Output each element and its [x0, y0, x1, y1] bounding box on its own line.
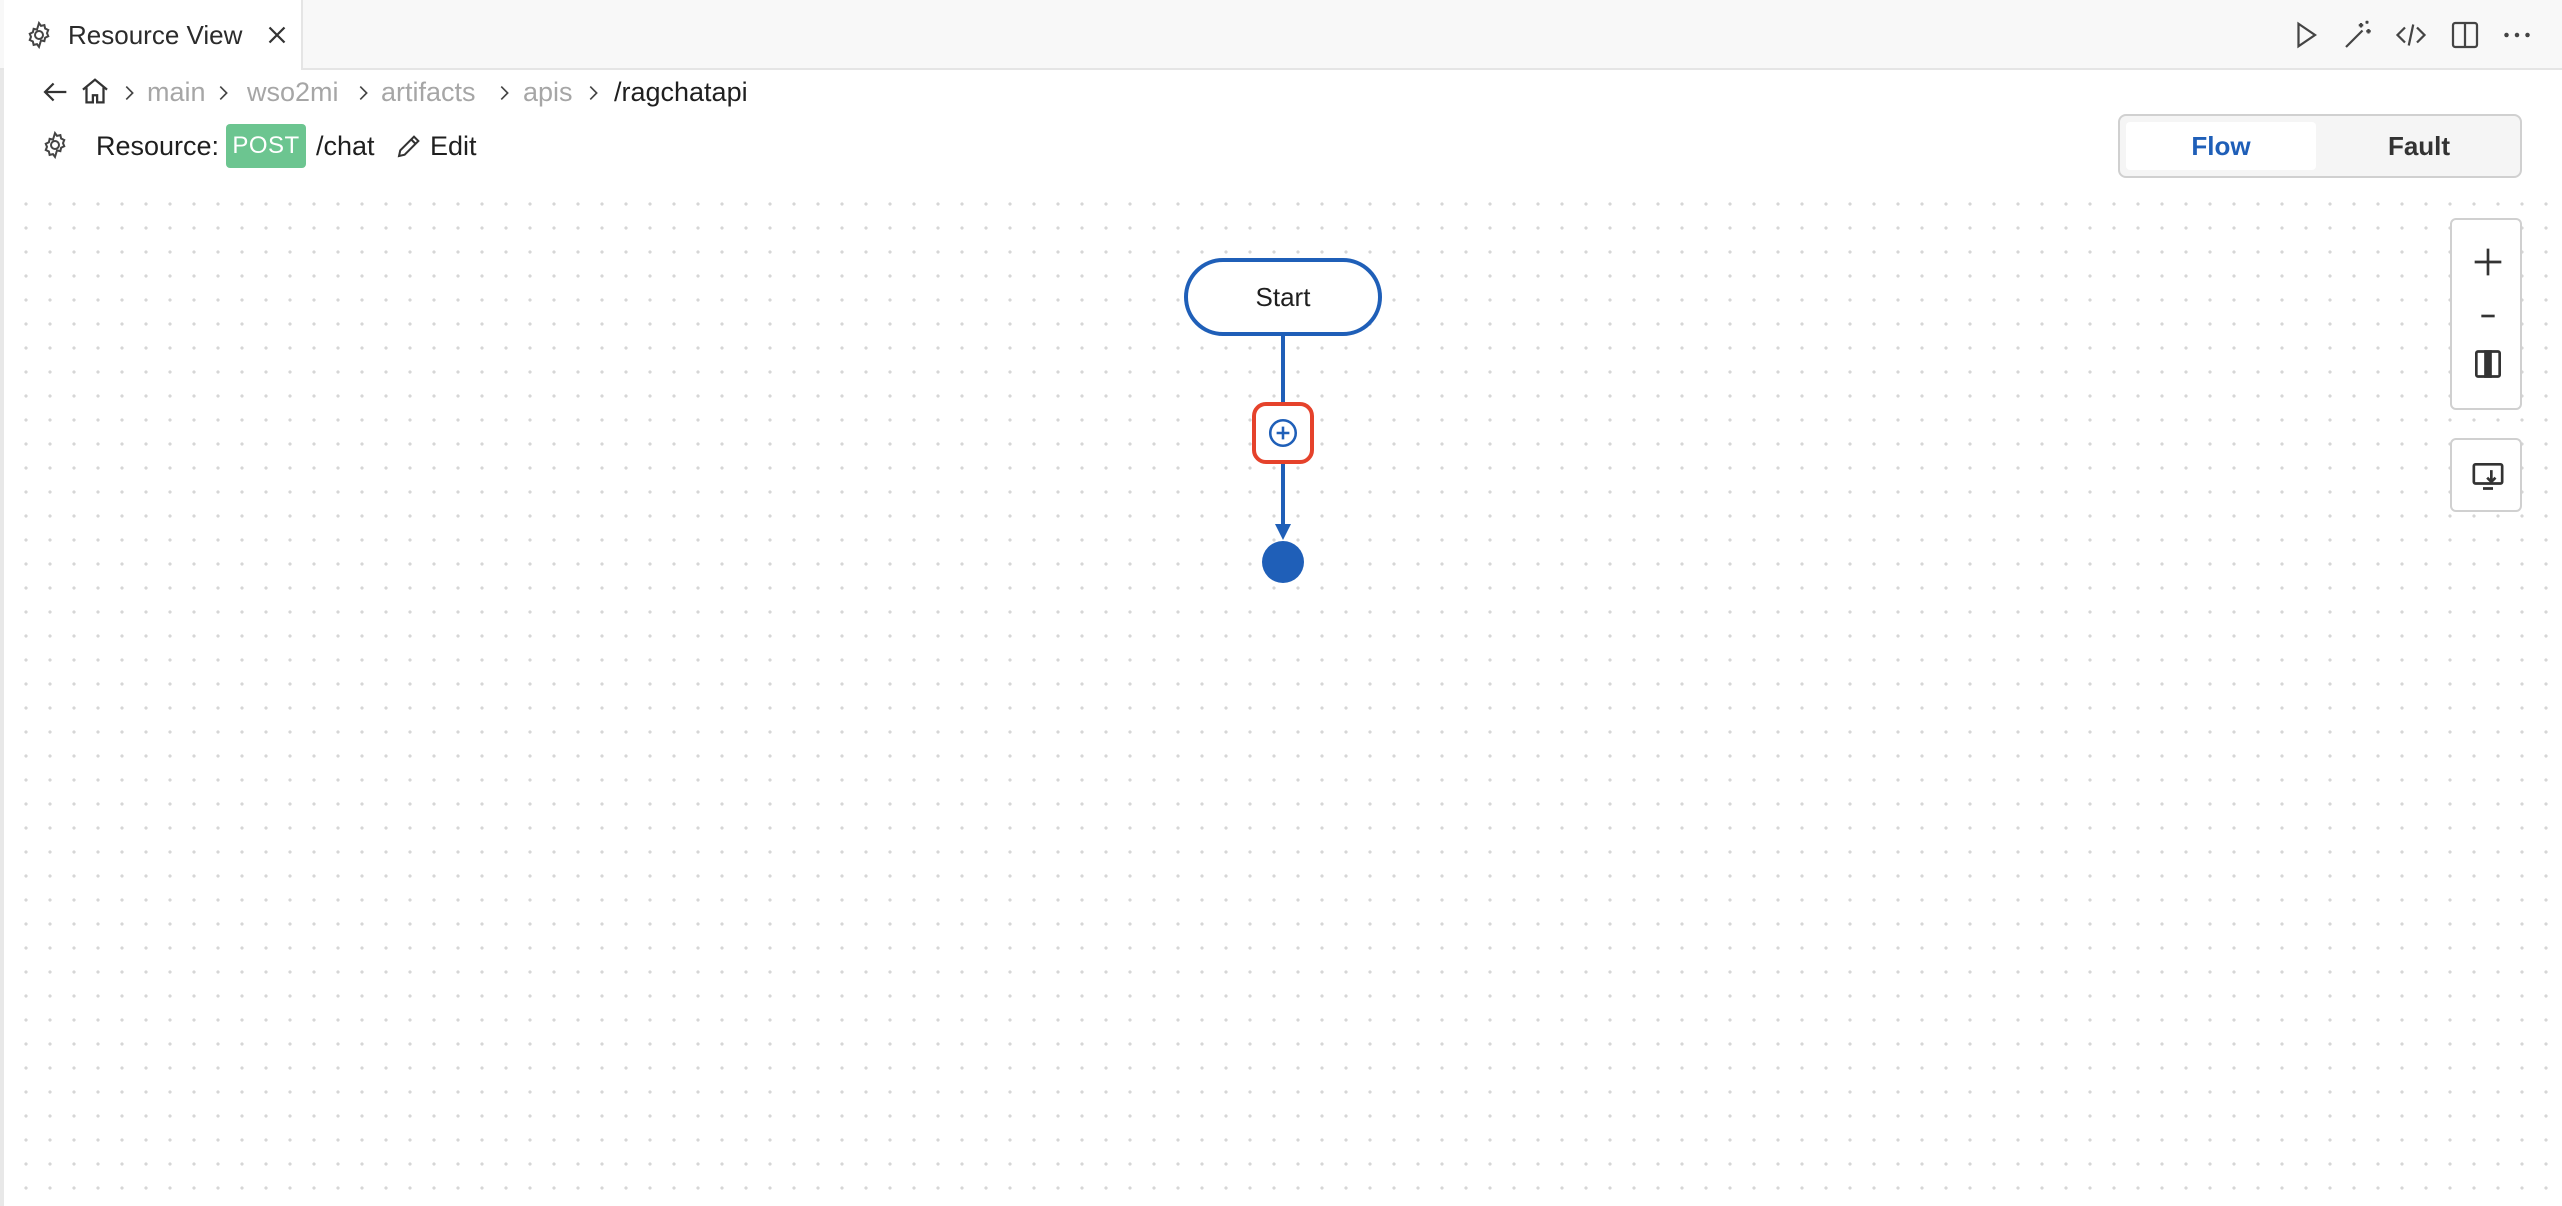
resource-view-window: Resource View main wso2mi artifacts apis…	[0, 0, 2562, 1206]
start-node[interactable]: Start	[1184, 258, 1382, 336]
start-node-label: Start	[1255, 281, 1311, 312]
chevron-right-icon	[500, 85, 509, 101]
breadcrumb-item-main[interactable]: main	[147, 76, 206, 108]
fit-view-icon[interactable]	[2468, 344, 2508, 384]
chevron-right-icon	[359, 85, 368, 101]
download-screen-icon	[2472, 463, 2504, 490]
tab-resource-view[interactable]: Resource View	[4, 0, 303, 70]
more-icon[interactable]	[2499, 17, 2535, 53]
breadcrumb-item-wso2mi[interactable]: wso2mi	[247, 76, 339, 108]
breadcrumb-item-apis[interactable]: apis	[523, 76, 573, 108]
chevron-right-icon	[125, 85, 134, 101]
split-editor-icon[interactable]	[2447, 17, 2483, 53]
end-node	[1262, 541, 1304, 583]
tab-fault[interactable]: Fault	[2324, 122, 2514, 170]
resource-label: Resource:	[96, 131, 220, 161]
export-diagram-button[interactable]	[2450, 438, 2522, 512]
add-mediator-button[interactable]	[1252, 402, 1314, 464]
tab-flow[interactable]: Flow	[2126, 122, 2316, 170]
zoom-out-icon[interactable]	[2468, 296, 2508, 336]
pencil-icon	[397, 135, 420, 158]
method-badge: POST	[226, 124, 306, 168]
edit-label: Edit	[430, 130, 477, 161]
resource-path: /chat	[316, 131, 375, 161]
breadcrumb-item-artifacts[interactable]: artifacts	[381, 76, 476, 108]
tab-title: Resource View	[68, 20, 243, 50]
resource-gear-icon	[44, 130, 66, 160]
magic-wand-icon[interactable]	[2340, 17, 2376, 53]
home-icon[interactable]	[78, 74, 112, 108]
edit-resource-button[interactable]: Edit	[394, 126, 477, 166]
zoom-in-icon[interactable]	[2468, 242, 2508, 282]
editor-tab-bar: Resource View	[0, 0, 2562, 70]
code-icon[interactable]	[2393, 17, 2429, 53]
zoom-controls	[2450, 218, 2522, 410]
plus-circle-icon	[1268, 418, 1298, 448]
back-arrow-icon[interactable]	[38, 75, 72, 109]
chevron-right-icon	[589, 85, 598, 101]
close-icon[interactable]	[262, 20, 292, 50]
diagram-canvas[interactable]	[4, 186, 2562, 1206]
breadcrumb-current: /ragchatapi	[614, 77, 748, 107]
gear-icon	[28, 20, 50, 50]
chevron-right-icon	[219, 85, 228, 101]
view-toggle: Flow Fault	[2118, 114, 2522, 178]
run-icon[interactable]	[2288, 17, 2324, 53]
